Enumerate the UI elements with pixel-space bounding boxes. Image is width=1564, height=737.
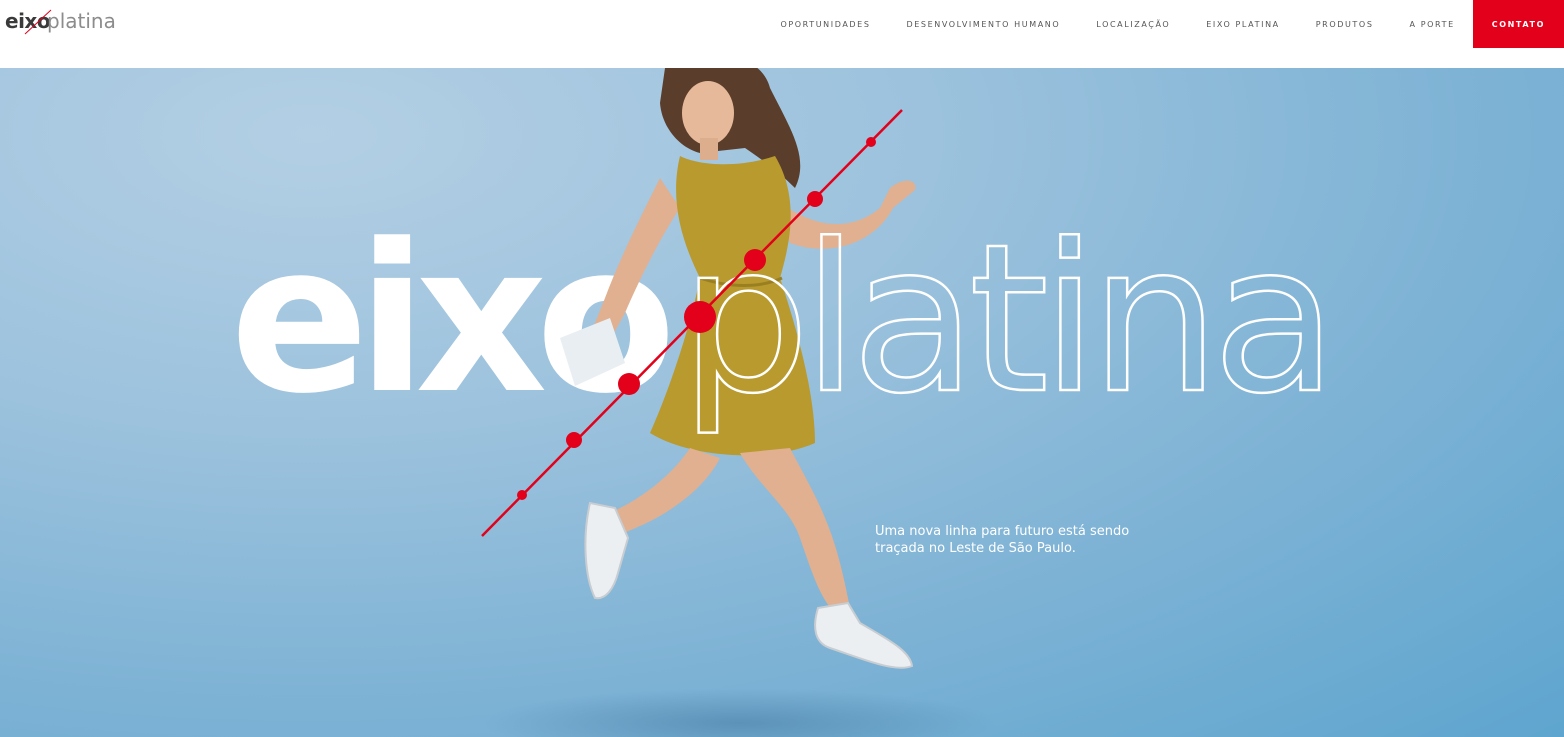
main-nav: OPORTUNIDADES DESENVOLVIMENTO HUMANO LOC… [762,0,1564,48]
logo-text-light: platina [47,9,116,33]
nav-item-produtos[interactable]: PRODUTOS [1298,0,1392,48]
hero-artwork: eixo platina [230,68,1339,669]
nav-item-a-porte[interactable]: A PORTE [1392,0,1473,48]
contact-button[interactable]: CONTATO [1472,0,1564,48]
hero-tagline: Uma nova linha para futuro está sendo tr… [875,524,1130,556]
site-header: eixo platina OPORTUNIDADES DESENVOLVIMEN… [0,0,1564,68]
nav-item-eixo-platina[interactable]: EIXO PLATINA [1188,0,1297,48]
hero-section: eixo platina Uma nova linha para futuro … [0,68,1564,737]
nav-item-localizacao[interactable]: LOCALIZAÇÃO [1078,0,1188,48]
site-logo[interactable]: eixo platina [5,6,116,36]
nav-item-oportunidades[interactable]: OPORTUNIDADES [762,0,888,48]
nav-item-desenvolvimento-humano[interactable]: DESENVOLVIMENTO HUMANO [889,0,1079,48]
logo-red-line-icon [24,9,52,35]
